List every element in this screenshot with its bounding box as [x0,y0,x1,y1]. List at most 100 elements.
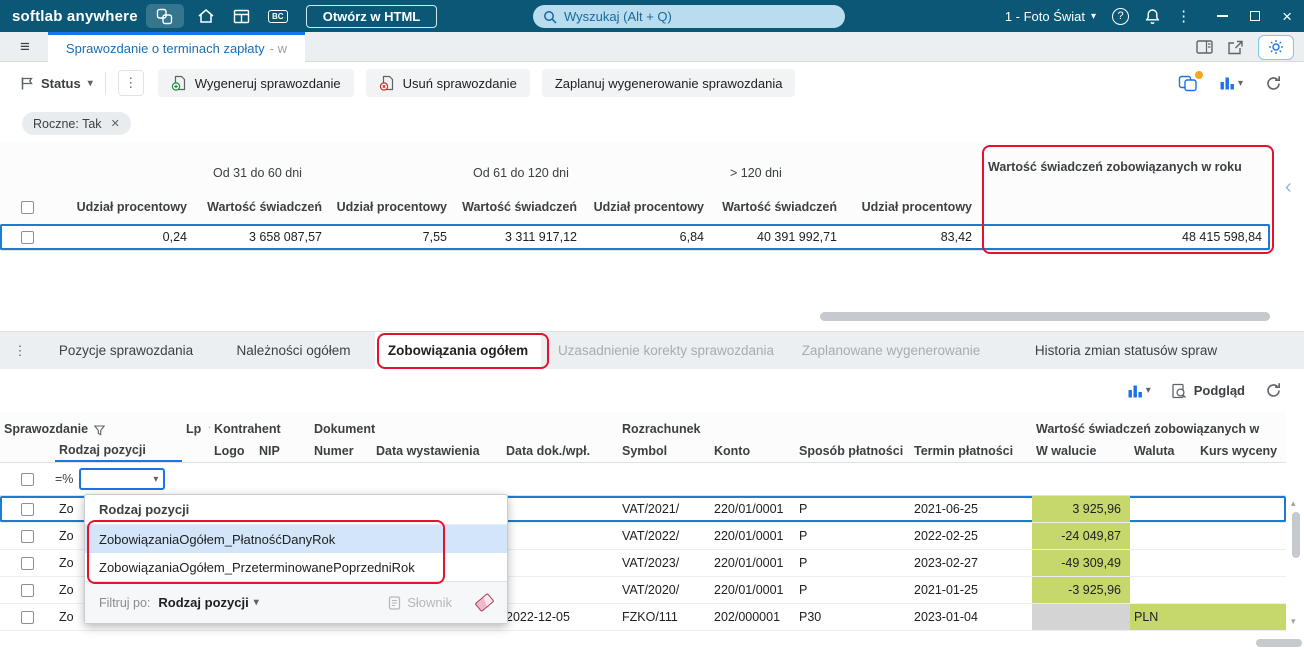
cell-konto: 202/000001 [714,610,781,624]
hamburger-menu-icon[interactable]: ≡ [20,37,30,57]
company-selector[interactable]: 1 - Foto Świat ▾ [1005,9,1096,24]
column-header-termin-platnosci[interactable]: Termin płatności [910,439,1032,462]
column-group-dokument[interactable]: Dokument [310,412,618,439]
cell-waluta: PLN [1130,604,1196,630]
dropdown-option-platnosc-dany-rok[interactable]: ZobowiązaniaOgółem_PłatnośćDanyRok [85,525,507,553]
rodzaj-filter-combobox[interactable]: ▾ [79,468,166,490]
notifications-button[interactable] [1145,8,1160,25]
delete-report-button[interactable]: Usuń sprawozdanie [365,69,530,97]
global-search[interactable] [533,5,845,28]
column-header-sposob-platnosci[interactable]: Sposób płatności [795,439,910,462]
column-group-kontrahent[interactable]: Kontrahent [210,412,310,439]
modules-icon [156,8,173,25]
generate-report-button[interactable]: Wygeneruj sprawozdanie [157,69,354,97]
bc-button[interactable]: BC [264,4,292,28]
tab-historia-zmian-statusow[interactable]: Historia zmian statusów spraw [991,332,1261,369]
views-button[interactable] [1178,70,1203,92]
cell-wartosc-31-60: 3 658 087,57 [249,230,322,244]
minimize-button[interactable] [1217,15,1229,17]
tab-strip-menu-icon[interactable]: ⋮ [0,332,40,369]
column-header-udzial[interactable]: Udział procentowy [330,190,455,224]
row-checkbox[interactable] [21,556,34,570]
clear-filter-button[interactable] [474,592,495,613]
tab-uzasadnienie-korekty[interactable]: Uzasadnienie korekty sprawozdania [541,332,791,369]
detail-grid-header-groups: Sprawozdanie Lp ↑ Kontrahent Dokument Ro… [0,412,1286,439]
column-header-rodzaj-pozycji[interactable]: Rodzaj pozycji [55,439,182,462]
filter-field-selector[interactable]: Rodzaj pozycji ▾ [158,595,258,610]
column-group-lp[interactable]: Lp ↑ [182,412,210,439]
remove-filter-icon[interactable]: ✕ [111,117,120,130]
dictionary-button[interactable]: Słownik [388,595,452,610]
column-group-rozrachunek[interactable]: Rozrachunek [618,412,1032,439]
cell-wartosc-over-120: 40 391 992,71 [757,230,837,244]
select-all-checkbox[interactable] [21,200,34,214]
open-in-html-button[interactable]: Otwórz w HTML [305,4,438,28]
column-header-data-wystawienia[interactable]: Data wystawienia [372,439,502,462]
chart-view-button[interactable]: ▾ [1220,76,1243,90]
column-header-data-dok[interactable]: Data dok./wpł. [502,439,618,462]
company-name: 1 - Foto Świat [1004,8,1086,24]
dropdown-option-przeterminowane[interactable]: ZobowiązaniaOgółem_PrzeterminowanePoprze… [85,553,507,581]
tab-zaplanowane-wygenerowanie[interactable]: Zaplanowane wygenerowanie [791,332,991,369]
schedule-report-button[interactable]: Zaplanuj wygenerowanie sprawozdania [541,69,796,97]
select-all-checkbox[interactable] [21,472,34,486]
column-header-logo[interactable]: Logo [210,439,255,462]
search-input[interactable] [564,9,835,24]
column-header-w-walucie[interactable]: W walucie [1032,439,1130,462]
tab-zobowiazania-ogolem[interactable]: Zobowiązania ogółem [375,332,541,369]
column-header-nip[interactable]: NIP [255,439,310,462]
cell-symbol: VAT/2023/ [622,556,680,570]
topbar-menu-button[interactable]: ⋮ [1176,7,1191,25]
column-header-kurs-wyceny[interactable]: Kurs wyceny [1196,439,1286,462]
row-checkbox[interactable] [21,583,34,597]
row-checkbox[interactable] [21,529,34,543]
modules-button[interactable] [145,4,184,28]
upper-grid-row-selected[interactable]: 0,24 3 658 087,57 7,55 3 311 917,12 6,84… [0,224,1270,251]
row-checkbox[interactable] [21,230,34,244]
side-panel-button[interactable] [1196,40,1213,54]
status-dropdown[interactable]: Status ▾ [20,76,93,91]
column-header-konto[interactable]: Konto [710,439,795,462]
column-header-wartosc[interactable]: Wartość świadczeń [455,190,585,224]
document-tab-active[interactable]: Sprawozdanie o terminach zapłaty - w [47,31,305,62]
maximize-button[interactable] [1250,11,1261,21]
preview-button[interactable]: Podgląd [1171,383,1245,399]
column-header-symbol[interactable]: Symbol [618,439,710,462]
dropdown-title: Rodzaj pozycji [85,495,507,525]
help-button[interactable]: ? [1112,7,1130,25]
column-header-waluta[interactable]: Waluta [1130,439,1196,462]
upper-horizontal-scrollbar[interactable] [820,312,1270,321]
column-header-udzial[interactable]: Udział procentowy [585,190,712,224]
column-header-wartosc[interactable]: Wartość świadczeń [195,190,330,224]
column-group-wartosc[interactable]: Wartość świadczeń zobowiązanych w [1032,412,1286,439]
filter-operator[interactable]: =% [55,472,73,486]
lower-horizontal-scrollbar[interactable] [1256,639,1302,647]
column-group-sprawozdanie[interactable]: Sprawozdanie [0,412,182,439]
home-button[interactable] [192,4,220,28]
experimental-mode-button[interactable] [1258,34,1294,60]
tab-pozycje-sprawozdania[interactable]: Pozycje sprawozdania [40,332,212,369]
cell-data-dok: 2022-12-05 [506,610,570,624]
column-header-udzial[interactable]: Udział procentowy [845,190,980,224]
scroll-up-arrow[interactable]: ▴ [1291,498,1296,509]
filter-chip-roczne[interactable]: Roczne: Tak ✕ [22,112,131,135]
column-header-numer[interactable]: Numer [310,439,372,462]
column-header-year-value[interactable]: Wartość świadczeń zobowiązanych w roku [980,156,1270,224]
more-actions-button[interactable]: ⋮ [117,70,144,96]
close-button[interactable]: × [1282,8,1292,25]
column-header-udzial[interactable]: Udział procentowy [55,190,195,224]
row-checkbox[interactable] [21,502,34,516]
refresh-button[interactable] [1265,75,1282,92]
row-checkbox[interactable] [21,610,34,624]
list-view-button[interactable] [228,4,256,28]
toolbar-right-cluster: ▾ [1178,62,1282,104]
vertical-scrollbar-thumb[interactable] [1292,512,1300,558]
frozen-column-nav-icon[interactable]: ‹ [1285,176,1292,199]
detail-refresh-button[interactable] [1265,382,1282,399]
detail-chart-button[interactable]: ▾ [1128,384,1151,398]
share-button[interactable] [1227,40,1244,55]
list-view-icon [233,9,250,24]
column-header-wartosc[interactable]: Wartość świadczeń [712,190,845,224]
scroll-down-arrow[interactable]: ▾ [1291,616,1296,627]
tab-naleznosci-ogolem[interactable]: Należności ogółem [212,332,375,369]
